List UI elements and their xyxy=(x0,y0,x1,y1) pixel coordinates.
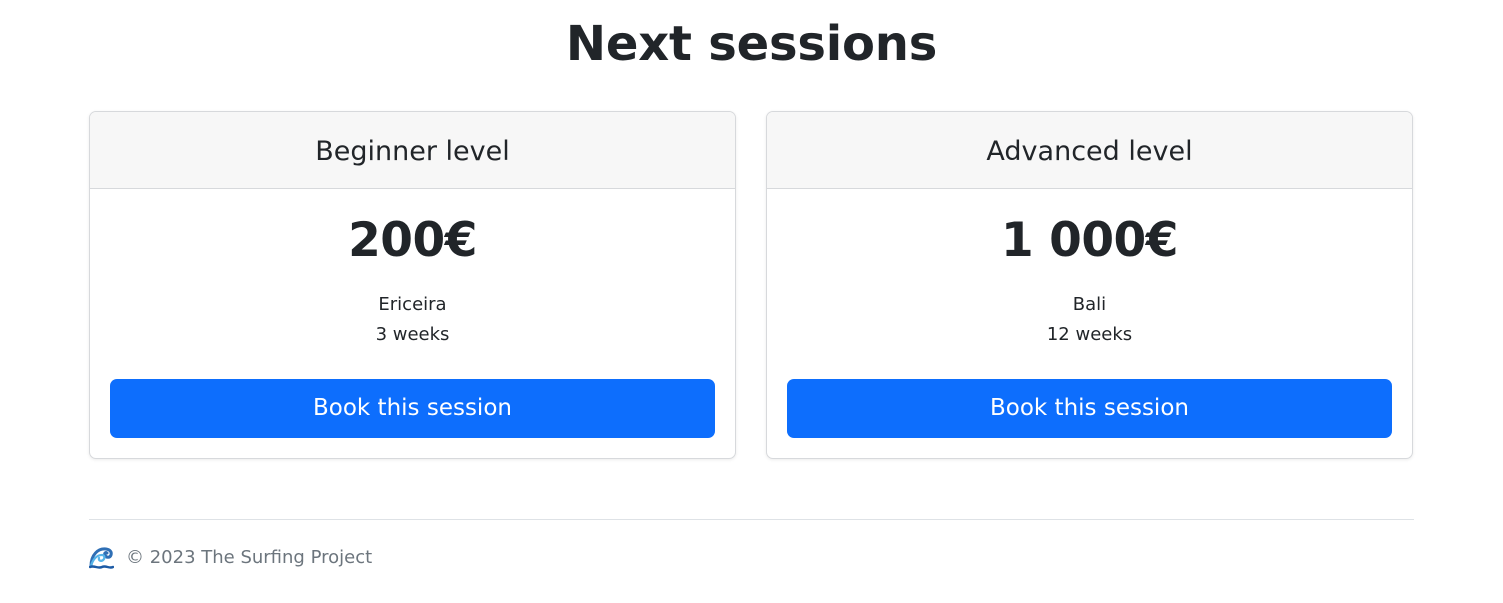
session-cards: Beginner level 200€ Ericeira 3 weeks Boo… xyxy=(89,111,1414,459)
session-card-beginner: Beginner level 200€ Ericeira 3 weeks Boo… xyxy=(89,111,736,459)
session-location: Bali xyxy=(1072,294,1107,315)
book-session-button[interactable]: Book this session xyxy=(110,379,715,438)
session-price: 200€ xyxy=(348,213,477,268)
page-title: Next sessions xyxy=(565,16,938,72)
footer: © 2023 The Surfing Project xyxy=(88,519,1414,580)
card-body: 200€ Ericeira 3 weeks Book this session xyxy=(90,189,735,458)
footer-content: © 2023 The Surfing Project xyxy=(88,545,373,570)
card-header-level: Beginner level xyxy=(90,112,735,189)
session-price: 1 000€ xyxy=(1001,213,1178,268)
session-details: Ericeira 3 weeks xyxy=(90,290,735,350)
session-duration: 12 weeks xyxy=(1046,324,1133,345)
session-card-advanced: Advanced level 1 000€ Bali 12 weeks Book… xyxy=(766,111,1413,459)
session-details: Bali 12 weeks xyxy=(767,290,1412,350)
water-wave-icon[interactable] xyxy=(88,545,115,570)
book-session-button[interactable]: Book this session xyxy=(787,379,1392,438)
card-header-level: Advanced level xyxy=(767,112,1412,189)
session-location: Ericeira xyxy=(378,294,447,315)
copyright-text: © 2023 The Surfing Project xyxy=(126,546,373,568)
session-duration: 3 weeks xyxy=(375,324,450,345)
card-body: 1 000€ Bali 12 weeks Book this session xyxy=(767,189,1412,458)
